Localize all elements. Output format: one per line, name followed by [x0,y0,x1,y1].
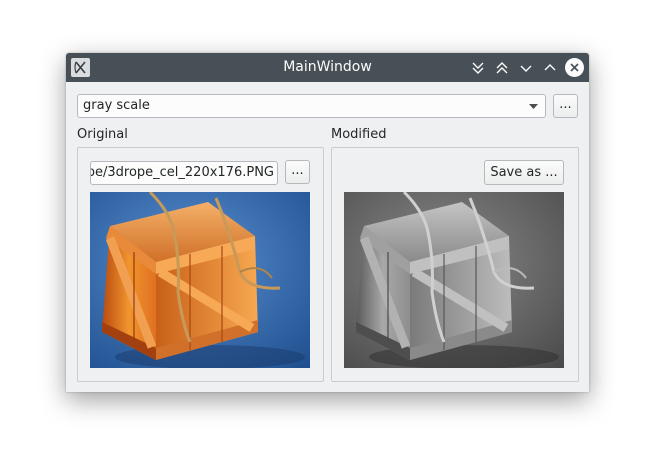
titlebar[interactable]: MainWindow [66,53,589,82]
keep-below-icon[interactable] [468,58,488,78]
minimize-icon[interactable] [516,58,536,78]
close-icon[interactable] [565,58,584,77]
filter-browse-button[interactable]: ... [553,94,578,118]
keep-above-icon[interactable] [492,58,512,78]
original-image [90,192,310,368]
save-as-button[interactable]: Save as ... [484,160,564,185]
modified-label: Modified [331,127,387,142]
maximize-icon[interactable] [540,58,560,78]
chevron-down-icon [529,104,538,109]
original-path-value: Rope/3drope_cel_220x176.PNG [90,165,274,180]
modified-image [344,192,564,368]
original-label: Original [77,127,128,142]
original-browse-button[interactable]: ... [285,160,310,184]
main-window: MainWindow gray scale ... Original Modif… [66,53,589,392]
filter-combo-value: gray scale [83,98,150,113]
original-path-field[interactable]: Rope/3drope_cel_220x176.PNG [90,161,278,185]
filter-combo[interactable]: gray scale [77,94,546,118]
